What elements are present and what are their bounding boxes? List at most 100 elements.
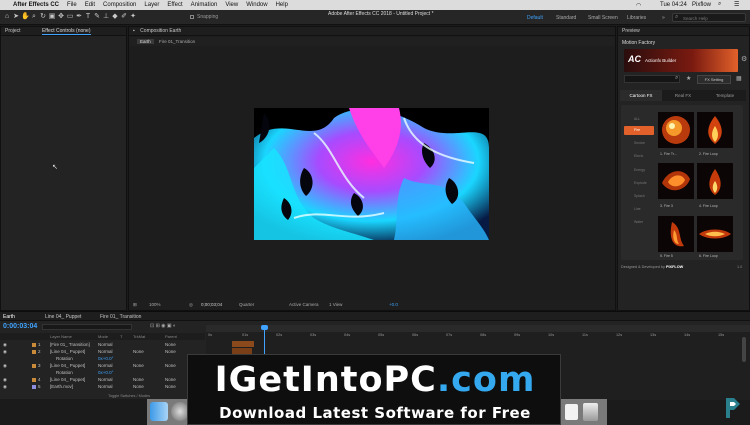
workspace-small-screen[interactable]: Small Screen	[588, 15, 618, 21]
layer-mode[interactable]: Normal	[98, 363, 113, 368]
time-ruler[interactable]: 0s 01s 02s 03s 04s 05s 06s 07s 08s 09s 1…	[206, 332, 750, 339]
workspace-libraries[interactable]: Libraries	[627, 15, 646, 21]
fx-thumbnail[interactable]	[658, 112, 694, 148]
layer-mode[interactable]: Normal	[98, 342, 113, 347]
camera-dropdown[interactable]: Active Camera	[289, 302, 319, 307]
fx-thumbnail[interactable]	[697, 112, 733, 148]
tab-effect-controls[interactable]: Effect Controls (none)	[41, 28, 91, 35]
zoom-tool-icon[interactable]: ⌕	[30, 13, 38, 21]
search-icon[interactable]: ⌕	[675, 75, 678, 82]
breadcrumb-earth[interactable]: Earth	[137, 39, 154, 44]
layer-name[interactable]: [Line 04_ Puppet]	[50, 377, 85, 382]
property-name[interactable]: Rotation	[56, 370, 73, 375]
layer-parent[interactable]: None	[165, 363, 176, 368]
label-color-swatch[interactable]	[32, 377, 36, 382]
layer-name[interactable]: [Earth.mov]	[50, 384, 73, 389]
work-area-bar[interactable]	[206, 325, 750, 332]
label-color-swatch[interactable]	[32, 363, 36, 368]
breadcrumb-fire[interactable]: Fire 01_Transition	[159, 39, 195, 44]
category-water[interactable]: Water	[624, 218, 654, 227]
table-row[interactable]: Rotation 0x+0.0°	[0, 369, 205, 376]
zoom-dropdown[interactable]: 100%	[149, 302, 161, 307]
tab-cartoon-fx[interactable]: Cartoon FX	[620, 90, 662, 101]
views-dropdown[interactable]: 1 View	[329, 302, 342, 307]
category-fire[interactable]: Fire	[624, 126, 654, 135]
menu-layer[interactable]: Layer	[144, 2, 159, 8]
pen-tool-icon[interactable]: ✒	[75, 13, 83, 21]
workspace-standard[interactable]: Standard	[556, 15, 576, 21]
timeline-tab-line[interactable]: Line 04_ Puppet	[45, 314, 81, 320]
menubar-clock[interactable]: Tue 04:24	[660, 2, 687, 8]
layer-parent[interactable]: None	[165, 384, 176, 389]
col-mode[interactable]: Mode	[98, 334, 108, 339]
tab-real-fx[interactable]: Real FX	[662, 90, 704, 101]
menu-file[interactable]: File	[67, 2, 77, 8]
playhead-handle[interactable]	[261, 325, 268, 330]
layer-name[interactable]: [Fire 01_ Transition]	[50, 342, 90, 347]
list-icon[interactable]: ☰	[734, 1, 739, 8]
brush-tool-icon[interactable]: ✎	[93, 13, 101, 21]
eraser-tool-icon[interactable]: ◆	[111, 13, 119, 21]
layer-mode[interactable]: Normal	[98, 384, 113, 389]
help-search-input[interactable]: ⌕ Search Help	[672, 13, 746, 22]
lock-icon[interactable]: ▪	[133, 28, 135, 34]
eye-icon[interactable]: ◉	[3, 384, 7, 390]
menu-composition[interactable]: Composition	[103, 2, 136, 8]
menu-animation[interactable]: Animation	[191, 2, 218, 8]
table-row[interactable]: ◉ 2 [Line 04_ Puppet] Normal None None	[0, 348, 205, 355]
tab-project[interactable]: Project	[5, 28, 21, 34]
col-layer-name[interactable]: Layer Name	[50, 334, 72, 339]
table-row[interactable]: ◉ 4 [Line 04_ Puppet] Normal None None	[0, 376, 205, 383]
hand-tool-icon[interactable]: ✋	[21, 13, 30, 21]
home-icon[interactable]: ⌂	[3, 13, 11, 21]
table-row[interactable]: ◉ 3 [Line 04_ Puppet] Normal None None	[0, 362, 205, 369]
snapping-checkbox[interactable]	[190, 15, 194, 19]
layer-bar[interactable]	[232, 341, 254, 347]
workspace-default[interactable]: Default	[527, 15, 543, 21]
layer-mode[interactable]: Normal	[98, 349, 113, 354]
table-row[interactable]: Rotation 0x+0.0°	[0, 355, 205, 362]
menu-help[interactable]: Help	[276, 2, 288, 8]
tab-composition[interactable]: Composition Earth	[140, 28, 181, 34]
fx-thumbnail[interactable]	[697, 163, 733, 199]
menubar-user[interactable]: Pixflow	[692, 2, 711, 8]
layer-parent[interactable]: None	[165, 342, 176, 347]
puppet-tool-icon[interactable]: ✦	[129, 13, 137, 21]
timeline-timecode[interactable]: 0:00:03:04	[3, 323, 37, 330]
rectangle-tool-icon[interactable]: ▭	[66, 13, 74, 21]
fx-thumbnail[interactable]	[658, 163, 694, 199]
layer-parent[interactable]: None	[165, 377, 176, 382]
preview-tab[interactable]: Preview	[618, 27, 749, 36]
layer-search-input[interactable]	[42, 324, 132, 330]
fx-thumbnail[interactable]	[697, 216, 733, 252]
fx-search-input[interactable]	[624, 75, 680, 83]
property-value[interactable]: 0x+0.0°	[98, 370, 113, 375]
search-icon[interactable]: ⌕	[718, 1, 721, 8]
roto-tool-icon[interactable]: ✐	[120, 13, 128, 21]
col-trkmat[interactable]: TrkMat	[133, 334, 145, 339]
layer-trkmat[interactable]: None	[133, 363, 144, 368]
type-tool-icon[interactable]: T	[84, 13, 92, 21]
layer-trkmat[interactable]: None	[133, 349, 144, 354]
camera-tool-icon[interactable]: ▣	[48, 13, 56, 21]
category-all[interactable]: ALL	[624, 115, 654, 124]
timeline-scrollbar[interactable]	[742, 337, 746, 362]
resolution-dropdown[interactable]: Quarter	[239, 302, 254, 307]
exposure-offset[interactable]: +0.0	[389, 302, 398, 307]
category-energy[interactable]: Energy	[624, 166, 654, 175]
toggle-switches-modes[interactable]: Toggle Switches / Modes	[108, 394, 150, 398]
pan-tool-icon[interactable]: ✥	[57, 13, 65, 21]
clone-tool-icon[interactable]: ⊥	[102, 13, 110, 21]
col-parent[interactable]: Parent	[165, 334, 177, 339]
label-color-swatch[interactable]	[32, 342, 36, 347]
fx-setting-button[interactable]: FX Setting	[697, 75, 731, 84]
property-value[interactable]: 0x+0.0°	[98, 356, 113, 361]
fx-thumbnail[interactable]	[658, 216, 694, 252]
layer-trkmat[interactable]: None	[133, 377, 144, 382]
timeline-tab-fire[interactable]: Fire 01_ Transition	[100, 314, 141, 320]
label-color-swatch[interactable]	[32, 384, 36, 389]
category-electric[interactable]: Electr.	[624, 152, 654, 161]
finder-icon[interactable]	[150, 402, 168, 421]
layer-parent[interactable]: None	[165, 349, 176, 354]
label-color-swatch[interactable]	[32, 349, 36, 354]
